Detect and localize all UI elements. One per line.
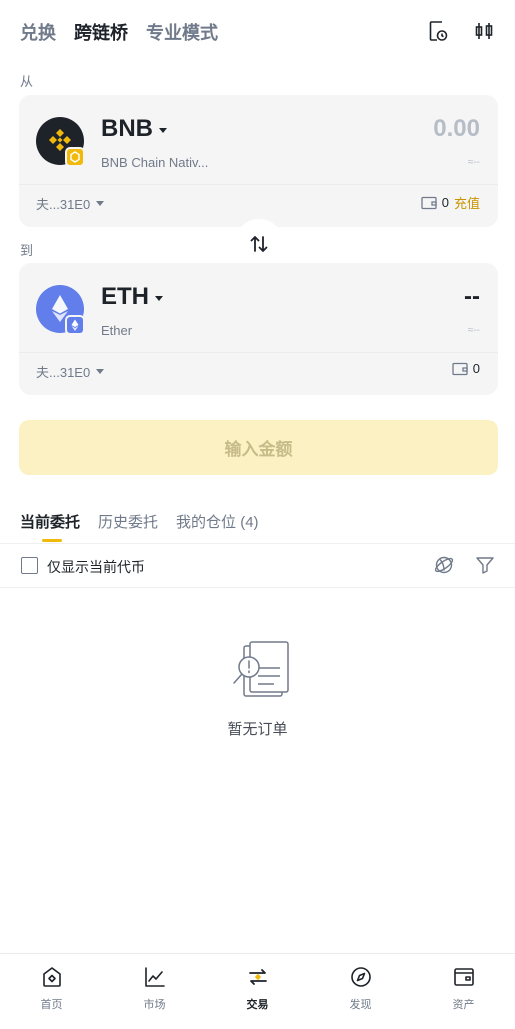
from-card: BNB BNB Chain Nativ... 0.00 ≈-- 夫...31E0… bbox=[19, 95, 498, 227]
to-address-selector[interactable]: 夫...31E0 bbox=[36, 362, 105, 381]
from-chain-name: BNB Chain Nativ... bbox=[101, 155, 209, 170]
filter-row: 仅显示当前代币 bbox=[0, 544, 515, 588]
bottom-nav: 首页 市场 交易 发现 资产 bbox=[0, 953, 515, 1029]
from-balance-value: 0 bbox=[441, 195, 449, 210]
candlestick-chart-icon[interactable] bbox=[473, 19, 495, 43]
wallet-icon bbox=[421, 196, 437, 209]
tab-my-positions[interactable]: 我的仓位 (4) bbox=[176, 511, 259, 532]
caret-down-icon bbox=[96, 369, 105, 374]
to-card: ETH Ether -- ≈-- 夫...31E0 0 bbox=[19, 263, 498, 395]
to-chain-name: Ether bbox=[101, 323, 133, 338]
market-chart-icon bbox=[142, 964, 168, 990]
home-icon bbox=[39, 964, 65, 990]
caret-down-icon bbox=[96, 201, 105, 206]
nav-trade[interactable]: 交易 bbox=[206, 954, 309, 1029]
from-address-selector[interactable]: 夫...31E0 bbox=[36, 194, 105, 213]
tab-swap[interactable]: 兑换 bbox=[20, 19, 56, 45]
enter-amount-button[interactable]: 输入金额 bbox=[19, 420, 498, 475]
wallet-icon bbox=[451, 964, 477, 990]
nav-assets-label: 资产 bbox=[452, 999, 475, 1011]
to-symbol: ETH bbox=[101, 283, 149, 310]
discover-icon bbox=[348, 964, 374, 990]
to-balance: 0 bbox=[452, 361, 480, 376]
nav-discover-label: 发现 bbox=[349, 999, 372, 1011]
from-address: 夫...31E0 bbox=[36, 197, 91, 212]
swap-arrows-icon bbox=[250, 236, 268, 252]
nav-home[interactable]: 首页 bbox=[0, 954, 103, 1029]
from-balance: 0 充值 bbox=[421, 193, 480, 212]
to-token-selector[interactable]: ETH bbox=[101, 283, 163, 311]
nav-market-label: 市场 bbox=[143, 999, 166, 1011]
from-divider bbox=[19, 184, 498, 185]
filter-icon[interactable] bbox=[475, 554, 495, 576]
to-amount: -- bbox=[464, 283, 480, 310]
to-address: 夫...31E0 bbox=[36, 365, 91, 380]
wallet-icon bbox=[452, 362, 468, 375]
from-token-selector[interactable]: BNB bbox=[101, 115, 167, 143]
tab-order-history[interactable]: 历史委托 bbox=[98, 511, 158, 532]
nav-home-label: 首页 bbox=[40, 999, 63, 1011]
mode-tabs: 兑换 跨链桥 专业模式 bbox=[20, 19, 218, 45]
no-orders-icon bbox=[224, 640, 292, 704]
from-label: 从 bbox=[20, 74, 34, 89]
top-bar: 兑换 跨链桥 专业模式 bbox=[0, 0, 515, 62]
to-balance-value: 0 bbox=[472, 361, 480, 376]
trade-icon bbox=[245, 964, 271, 990]
caret-down-icon bbox=[155, 295, 163, 301]
current-token-only-label[interactable]: 仅显示当前代币 bbox=[47, 557, 145, 577]
swap-direction-button[interactable] bbox=[234, 219, 284, 269]
nav-market[interactable]: 市场 bbox=[103, 954, 206, 1029]
order-history-icon[interactable] bbox=[427, 19, 449, 43]
order-tabs: 当前委托 历史委托 我的仓位 (4) bbox=[20, 511, 259, 542]
to-divider bbox=[19, 352, 498, 353]
network-globe-icon[interactable] bbox=[433, 554, 455, 576]
tab-open-orders[interactable]: 当前委托 bbox=[20, 511, 80, 542]
tab-pro-mode[interactable]: 专业模式 bbox=[146, 19, 218, 45]
deposit-link[interactable]: 充值 bbox=[454, 193, 480, 212]
to-approx-value: ≈-- bbox=[467, 325, 480, 336]
tab-bridge[interactable]: 跨链桥 bbox=[74, 19, 128, 45]
nav-trade-label: 交易 bbox=[246, 999, 269, 1011]
nav-assets[interactable]: 资产 bbox=[412, 954, 515, 1029]
current-token-only-checkbox[interactable] bbox=[21, 557, 38, 574]
nav-discover[interactable]: 发现 bbox=[309, 954, 412, 1029]
from-amount-input[interactable]: 0.00 bbox=[433, 115, 480, 143]
to-label: 到 bbox=[20, 243, 34, 258]
from-approx-value: ≈-- bbox=[467, 157, 480, 168]
bnb-chain-badge-icon bbox=[65, 147, 85, 167]
empty-state-text: 暂无订单 bbox=[227, 721, 288, 738]
eth-chain-badge-icon bbox=[65, 315, 85, 335]
empty-state: 暂无订单 bbox=[0, 640, 515, 739]
caret-down-icon bbox=[159, 127, 167, 133]
from-symbol: BNB bbox=[101, 115, 153, 142]
